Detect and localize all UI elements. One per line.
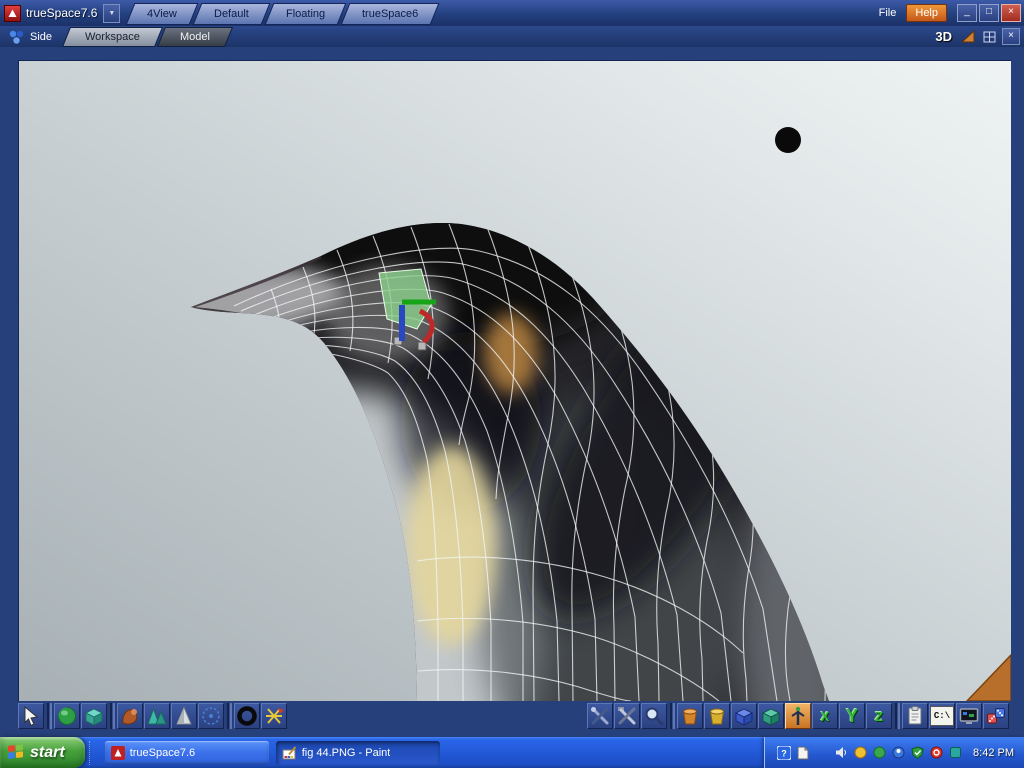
skeleton-tool[interactable]: [785, 703, 811, 729]
system-tray: ?: [764, 737, 1024, 768]
toolbar-separator: [670, 703, 675, 729]
minimize-button[interactable]: _: [957, 4, 977, 22]
torus-primitive-tool[interactable]: [234, 703, 260, 729]
console-tool[interactable]: C:\: [929, 703, 955, 729]
menu-help[interactable]: Help: [906, 4, 947, 22]
hammer-tools-icon[interactable]: [614, 703, 640, 729]
cone-primitive-tool[interactable]: [144, 703, 170, 729]
toolbar-separator: [47, 703, 52, 729]
spike-tool[interactable]: [171, 703, 197, 729]
paint-task-icon: [282, 746, 297, 760]
axes-tool[interactable]: [261, 703, 287, 729]
browser-red-icon[interactable]: [929, 746, 943, 760]
viewport[interactable]: [18, 60, 1011, 701]
material-bucket-yellow[interactable]: [704, 703, 730, 729]
axis-z-button[interactable]: Z: [866, 703, 892, 729]
task-button-truespace[interactable]: trueSpace7.6: [105, 741, 269, 765]
menu-file[interactable]: File: [871, 5, 905, 21]
window-controls: _ □ ×: [957, 4, 1021, 22]
layout-tab-truespace6[interactable]: trueSpace6: [341, 3, 440, 25]
start-button[interactable]: start: [0, 737, 85, 768]
tab-model[interactable]: Model: [157, 27, 233, 47]
antivirus-green-icon[interactable]: [872, 746, 886, 760]
scene-sphere-object[interactable]: [775, 127, 801, 153]
shield-icon[interactable]: [910, 746, 924, 760]
zoom-tool[interactable]: [641, 703, 667, 729]
axis-x-button[interactable]: X: [812, 703, 838, 729]
title-dropdown-button[interactable]: ▼: [103, 4, 120, 23]
update-yellow-icon[interactable]: [853, 746, 867, 760]
layout-tab-strip: 4View Default Floating trueSpace6: [130, 3, 438, 23]
help-icon[interactable]: ?: [777, 746, 791, 760]
layout-tab-4view[interactable]: 4View: [126, 3, 199, 25]
clipboard-tool[interactable]: [902, 703, 928, 729]
side-label: Side: [30, 31, 52, 43]
cube-primitive-tool[interactable]: [81, 703, 107, 729]
taskbar: start trueSpace7.6 fig 44.PNG - Paint ?: [0, 737, 1024, 768]
toolbar-separator: [895, 703, 900, 729]
cube-teal-tool[interactable]: [758, 703, 784, 729]
deform-tool[interactable]: [117, 703, 143, 729]
toolbar-right: X Y Z C:\: [587, 702, 1010, 730]
truespace-task-icon: [111, 746, 125, 760]
windows-flag-icon: [8, 744, 24, 761]
material-bucket-orange[interactable]: [677, 703, 703, 729]
3d-view-label[interactable]: 3D: [935, 29, 952, 44]
layout-tab-floating[interactable]: Floating: [265, 3, 347, 25]
media-teal-icon[interactable]: [948, 746, 962, 760]
close-button[interactable]: ×: [1001, 4, 1021, 22]
document-icon[interactable]: [796, 746, 810, 760]
side-view-icon[interactable]: [6, 28, 26, 46]
cube-blue-tool[interactable]: [731, 703, 757, 729]
volume-icon[interactable]: [834, 746, 848, 760]
workspace-tab-bar: Side Workspace Model 3D ×: [0, 26, 1024, 47]
dice-tool[interactable]: [983, 703, 1009, 729]
maximize-button[interactable]: □: [979, 4, 999, 22]
gizmo-handle[interactable]: [418, 342, 426, 350]
axis-y-button[interactable]: Y: [839, 703, 865, 729]
truespace-logo-icon: [4, 5, 21, 22]
taskbar-divider: [89, 741, 94, 765]
viewport-canvas[interactable]: [19, 61, 1011, 701]
sphere-primitive-tool[interactable]: [54, 703, 80, 729]
viewport-close-icon[interactable]: ×: [1002, 28, 1020, 45]
select-tool[interactable]: [18, 703, 44, 729]
point-edit-tool[interactable]: [198, 703, 224, 729]
toolbar-left: [18, 702, 288, 730]
display-tool[interactable]: [956, 703, 982, 729]
layout-tab-default[interactable]: Default: [193, 3, 271, 25]
app-body: X Y Z C:\: [0, 47, 1024, 737]
wrench-tools-icon[interactable]: [587, 703, 613, 729]
window-title: trueSpace7.6: [26, 6, 97, 20]
console-label: C:\: [930, 706, 954, 726]
view-wedge-icon[interactable]: [960, 29, 976, 44]
svg-text:?: ?: [781, 748, 787, 758]
layout-grid-icon[interactable]: [981, 29, 997, 44]
toolbar-separator: [110, 703, 115, 729]
toolbar-separator: [227, 703, 232, 729]
task-button-paint[interactable]: fig 44.PNG - Paint: [276, 741, 440, 765]
title-bar: trueSpace7.6 ▼ 4View Default Floating tr…: [0, 0, 1024, 26]
taskbar-clock: 8:42 PM: [973, 747, 1014, 759]
messenger-blue-icon[interactable]: [891, 746, 905, 760]
desktop: trueSpace7.6 ▼ 4View Default Floating tr…: [0, 0, 1024, 768]
tab-workspace[interactable]: Workspace: [62, 27, 163, 47]
